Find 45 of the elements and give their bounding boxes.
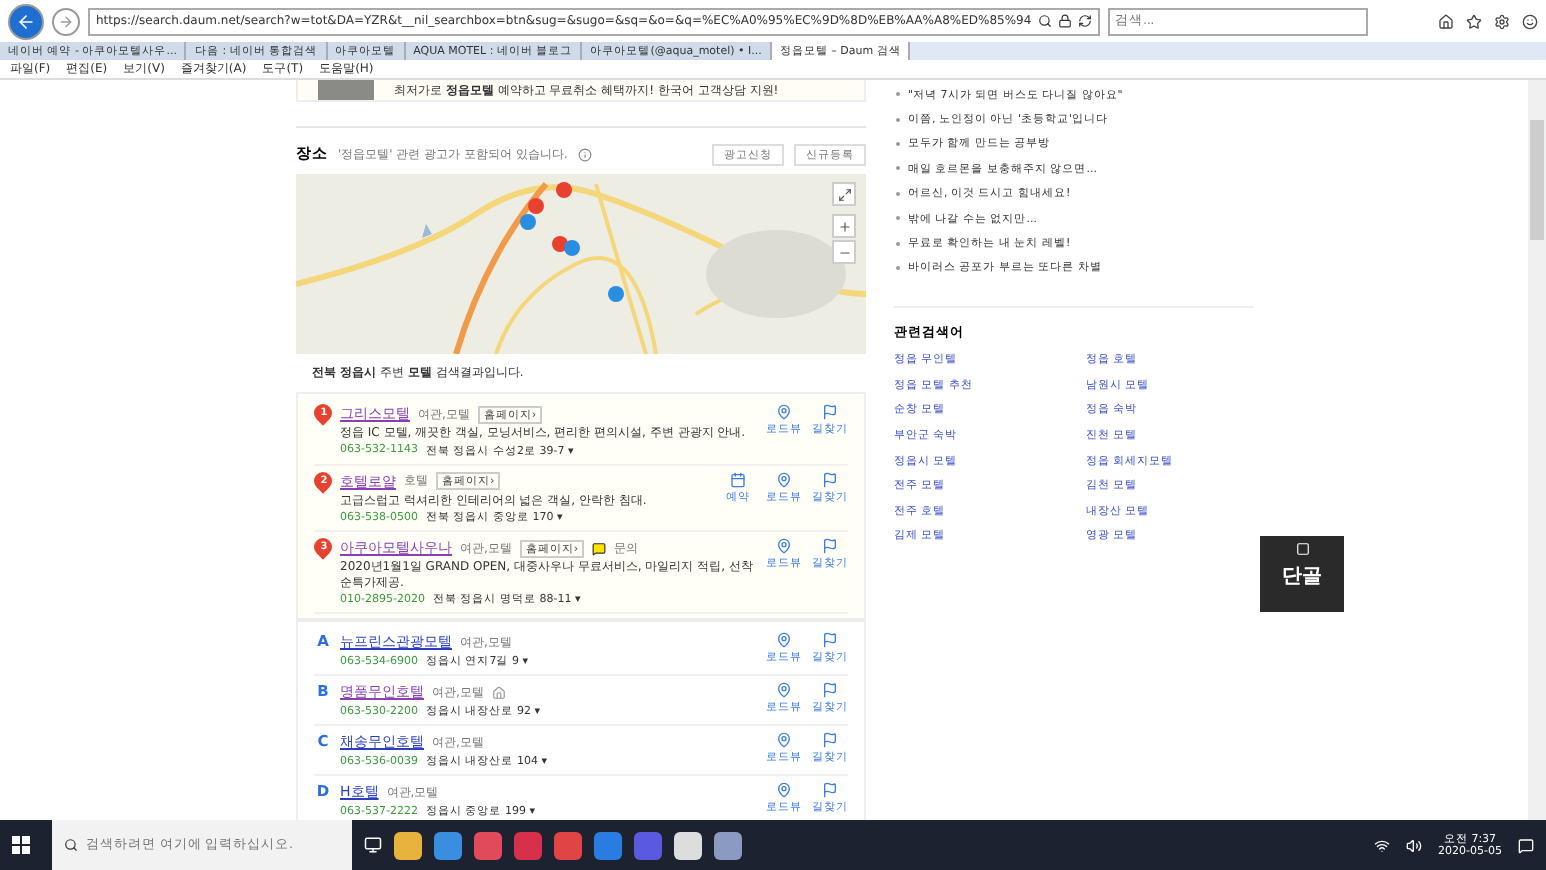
scrollbar[interactable]: [1528, 80, 1546, 820]
taskbar-app-icon[interactable]: [674, 831, 702, 859]
map-pin-icon: [776, 732, 792, 748]
task-view-icon[interactable]: [364, 836, 382, 854]
flag-icon: [822, 782, 838, 798]
back-arrow-icon: [16, 11, 36, 31]
plus-icon: [837, 219, 851, 233]
forward-button[interactable]: [52, 7, 80, 35]
flag-icon: [822, 538, 838, 554]
flag-icon: [822, 682, 838, 698]
chat-icon: [592, 541, 607, 555]
calendar-icon: [730, 471, 746, 487]
map-pin-icon: [776, 782, 792, 798]
search-icon: [1037, 14, 1052, 28]
refresh-icon[interactable]: [1077, 14, 1092, 28]
fullscreen-button[interactable]: [832, 182, 856, 206]
map-pin-icon: [776, 632, 792, 648]
volume-icon[interactable]: [1406, 837, 1423, 853]
taskbar-app-icon[interactable]: [394, 831, 422, 859]
lock-icon: [1057, 14, 1072, 28]
back-button[interactable]: [8, 3, 44, 39]
map-pin-icon: [776, 471, 792, 487]
network-icon[interactable]: [1374, 837, 1391, 853]
flag-icon: [822, 632, 838, 648]
windows-logo-icon: [11, 836, 29, 854]
map-pin-icon: [776, 682, 792, 698]
photo-placeholder: [318, 80, 374, 100]
smiley-icon[interactable]: [1522, 13, 1538, 29]
favorites-icon[interactable]: [1466, 13, 1482, 29]
flag-icon: [822, 471, 838, 487]
zoom-in-button[interactable]: [832, 214, 856, 238]
window-icon: [1295, 542, 1309, 556]
fullscreen-icon: [837, 187, 851, 201]
settings-icon[interactable]: [1494, 13, 1510, 29]
flag-icon: [822, 404, 838, 420]
taskbar-app-icon[interactable]: [714, 831, 742, 859]
map-pin-icon: [776, 404, 792, 420]
flag-icon: [822, 732, 838, 748]
map-pin-icon: [776, 538, 792, 554]
home-icon[interactable]: [1438, 13, 1454, 29]
search-icon: [64, 838, 78, 852]
favorites-widget[interactable]: 단골: [1260, 536, 1344, 612]
forward-arrow-icon: [58, 13, 74, 29]
notification-icon[interactable]: [1518, 837, 1534, 853]
info-icon[interactable]: [577, 147, 592, 161]
